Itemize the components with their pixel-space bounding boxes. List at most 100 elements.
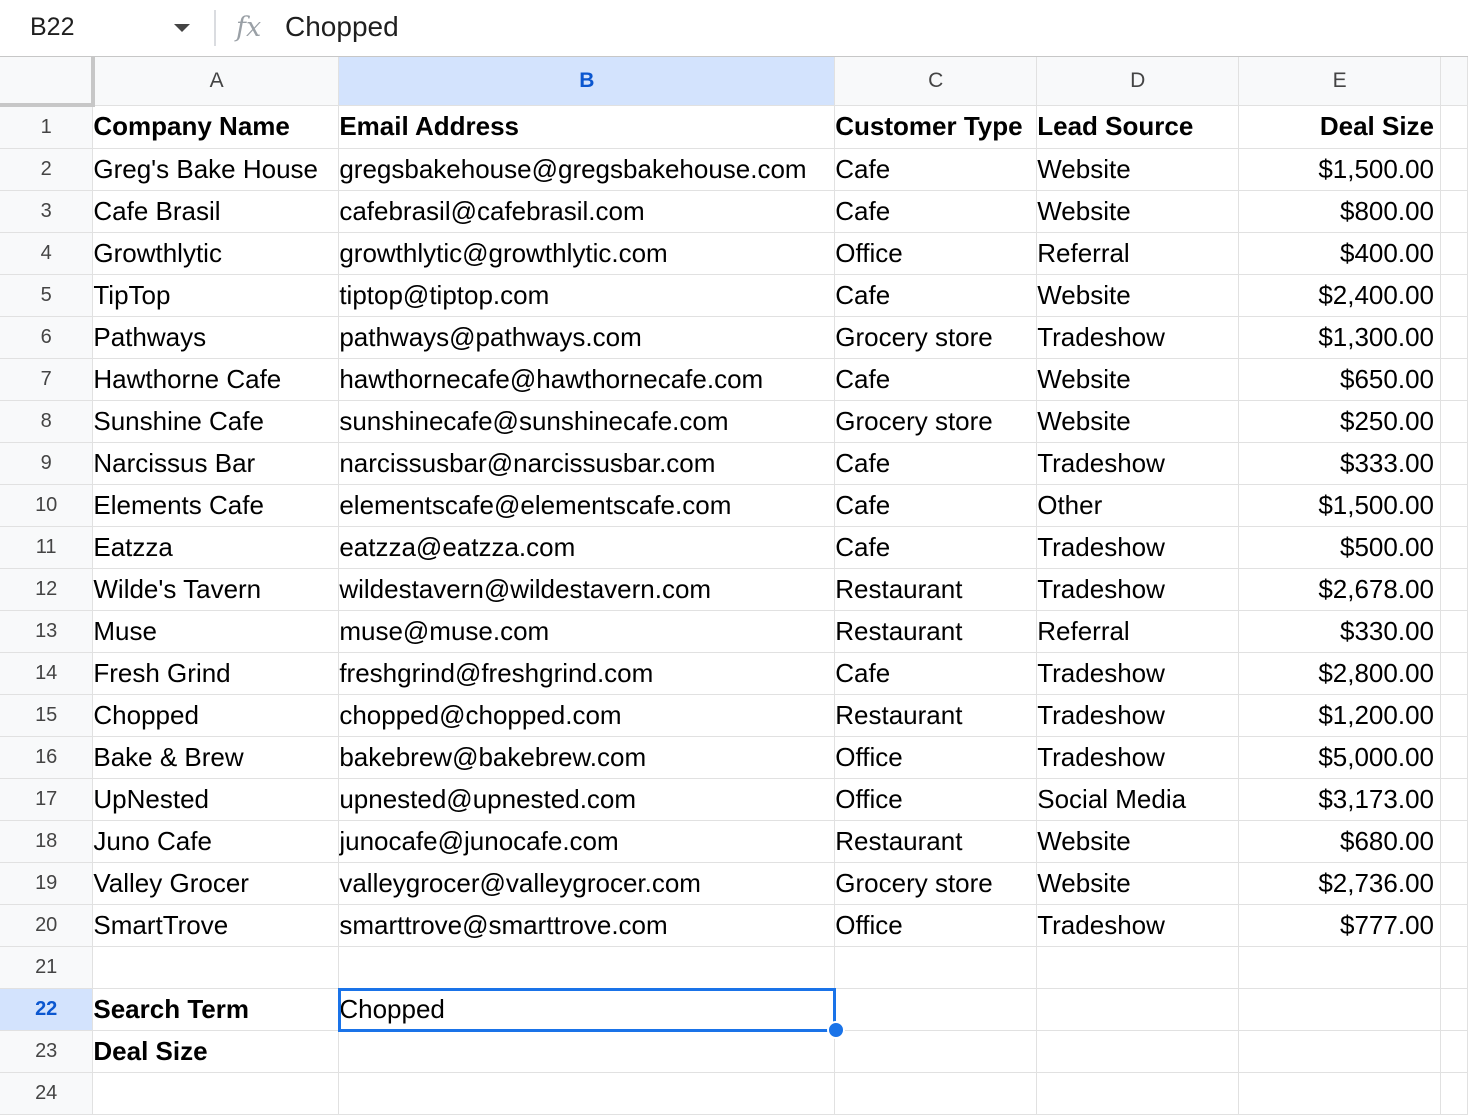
cell-e10[interactable]: $1,500.00 [1238, 484, 1441, 527]
cell-a21[interactable] [92, 946, 340, 989]
cell-d8[interactable]: Website [1036, 400, 1240, 443]
cell-c6[interactable]: Grocery store [834, 316, 1038, 359]
chevron-down-icon[interactable] [174, 24, 190, 32]
row-header[interactable]: 21 [0, 946, 94, 989]
cell-b20[interactable]: smarttrove@smarttrove.com [338, 904, 836, 947]
cell-e16[interactable]: $5,000.00 [1238, 736, 1441, 779]
cell-b21[interactable] [338, 946, 836, 989]
cell-e3[interactable]: $800.00 [1238, 190, 1441, 233]
cell-overflow[interactable] [1440, 862, 1468, 905]
cell-e19[interactable]: $2,736.00 [1238, 862, 1441, 905]
cell-a20[interactable]: SmartTrove [92, 904, 340, 947]
row-header[interactable]: 23 [0, 1030, 94, 1073]
cell-d4[interactable]: Referral [1036, 232, 1240, 275]
cell-overflow[interactable] [1440, 400, 1468, 443]
cell-overflow[interactable] [1440, 568, 1468, 611]
cell-a4[interactable]: Growthlytic [92, 232, 340, 275]
cell-c23[interactable] [834, 1030, 1038, 1073]
cell-e1[interactable]: Deal Size [1238, 105, 1441, 149]
cell-c16[interactable]: Office [834, 736, 1038, 779]
cell-overflow[interactable] [1440, 274, 1468, 317]
cell-e15[interactable]: $1,200.00 [1238, 694, 1441, 737]
row-header[interactable]: 19 [0, 862, 94, 905]
cell-e17[interactable]: $3,173.00 [1238, 778, 1441, 821]
cell-e2[interactable]: $1,500.00 [1238, 148, 1441, 191]
row-header[interactable]: 15 [0, 694, 94, 737]
cell-overflow[interactable] [1440, 105, 1468, 149]
cell-b23[interactable] [338, 1030, 836, 1073]
cell-c10[interactable]: Cafe [834, 484, 1038, 527]
cell-d19[interactable]: Website [1036, 862, 1240, 905]
cell-a8[interactable]: Sunshine Cafe [92, 400, 340, 443]
cell-b22[interactable]: Chopped [337, 987, 836, 1032]
cell-c15[interactable]: Restaurant [834, 694, 1038, 737]
cell-a14[interactable]: Fresh Grind [92, 652, 340, 695]
row-header[interactable]: 5 [0, 274, 94, 317]
cell-b19[interactable]: valleygrocer@valleygrocer.com [338, 862, 836, 905]
cell-overflow[interactable] [1440, 148, 1468, 191]
cell-overflow[interactable] [1440, 442, 1468, 485]
cell-c1[interactable]: Customer Type [834, 105, 1038, 149]
cell-c7[interactable]: Cafe [834, 358, 1038, 401]
cell-b14[interactable]: freshgrind@freshgrind.com [338, 652, 836, 695]
cell-c21[interactable] [834, 946, 1038, 989]
cell-c5[interactable]: Cafe [834, 274, 1038, 317]
cell-b16[interactable]: bakebrew@bakebrew.com [338, 736, 836, 779]
cell-c24[interactable] [834, 1072, 1038, 1115]
cell-b6[interactable]: pathways@pathways.com [338, 316, 836, 359]
row-header[interactable]: 20 [0, 904, 94, 947]
row-header[interactable]: 3 [0, 190, 94, 233]
row-header[interactable]: 10 [0, 484, 94, 527]
cell-d22[interactable] [1036, 988, 1240, 1031]
cell-overflow[interactable] [1440, 526, 1468, 569]
cell-c2[interactable]: Cafe [834, 148, 1038, 191]
cell-c12[interactable]: Restaurant [834, 568, 1038, 611]
row-header[interactable]: 22 [0, 988, 94, 1031]
cell-c13[interactable]: Restaurant [834, 610, 1038, 653]
cell-c20[interactable]: Office [834, 904, 1038, 947]
cell-c14[interactable]: Cafe [834, 652, 1038, 695]
cell-overflow[interactable] [1440, 1072, 1468, 1115]
cell-a18[interactable]: Juno Cafe [92, 820, 340, 863]
cell-d15[interactable]: Tradeshow [1036, 694, 1240, 737]
row-header[interactable]: 9 [0, 442, 94, 485]
cell-overflow[interactable] [1440, 358, 1468, 401]
column-header-c[interactable]: C [834, 57, 1038, 106]
cell-a10[interactable]: Elements Cafe [92, 484, 340, 527]
row-header[interactable]: 4 [0, 232, 94, 275]
cell-overflow[interactable] [1440, 694, 1468, 737]
cell-b5[interactable]: tiptop@tiptop.com [338, 274, 836, 317]
cell-e11[interactable]: $500.00 [1238, 526, 1441, 569]
cell-c4[interactable]: Office [834, 232, 1038, 275]
cell-b9[interactable]: narcissusbar@narcissusbar.com [338, 442, 836, 485]
cell-overflow[interactable] [1440, 736, 1468, 779]
cell-e20[interactable]: $777.00 [1238, 904, 1441, 947]
row-header[interactable]: 18 [0, 820, 94, 863]
cell-a7[interactable]: Hawthorne Cafe [92, 358, 340, 401]
cell-e13[interactable]: $330.00 [1238, 610, 1441, 653]
formula-input[interactable]: Chopped [285, 10, 399, 44]
cell-a19[interactable]: Valley Grocer [92, 862, 340, 905]
cell-a5[interactable]: TipTop [92, 274, 340, 317]
row-header[interactable]: 6 [0, 316, 94, 359]
cell-d5[interactable]: Website [1036, 274, 1240, 317]
cell-overflow[interactable] [1440, 190, 1468, 233]
cell-e9[interactable]: $333.00 [1238, 442, 1441, 485]
cell-b12[interactable]: wildestavern@wildestavern.com [338, 568, 836, 611]
cell-e4[interactable]: $400.00 [1238, 232, 1441, 275]
cell-d13[interactable]: Referral [1036, 610, 1240, 653]
name-box[interactable]: B22 [30, 12, 74, 42]
cell-a9[interactable]: Narcissus Bar [92, 442, 340, 485]
cell-a12[interactable]: Wilde's Tavern [92, 568, 340, 611]
cell-b10[interactable]: elementscafe@elementscafe.com [338, 484, 836, 527]
cell-b17[interactable]: upnested@upnested.com [338, 778, 836, 821]
cell-e5[interactable]: $2,400.00 [1238, 274, 1441, 317]
cell-d23[interactable] [1036, 1030, 1240, 1073]
cell-c9[interactable]: Cafe [834, 442, 1038, 485]
cell-a6[interactable]: Pathways [92, 316, 340, 359]
cell-e23[interactable] [1238, 1030, 1441, 1073]
cell-b15[interactable]: chopped@chopped.com [338, 694, 836, 737]
cell-d9[interactable]: Tradeshow [1036, 442, 1240, 485]
cell-b8[interactable]: sunshinecafe@sunshinecafe.com [338, 400, 836, 443]
cell-a16[interactable]: Bake & Brew [92, 736, 340, 779]
